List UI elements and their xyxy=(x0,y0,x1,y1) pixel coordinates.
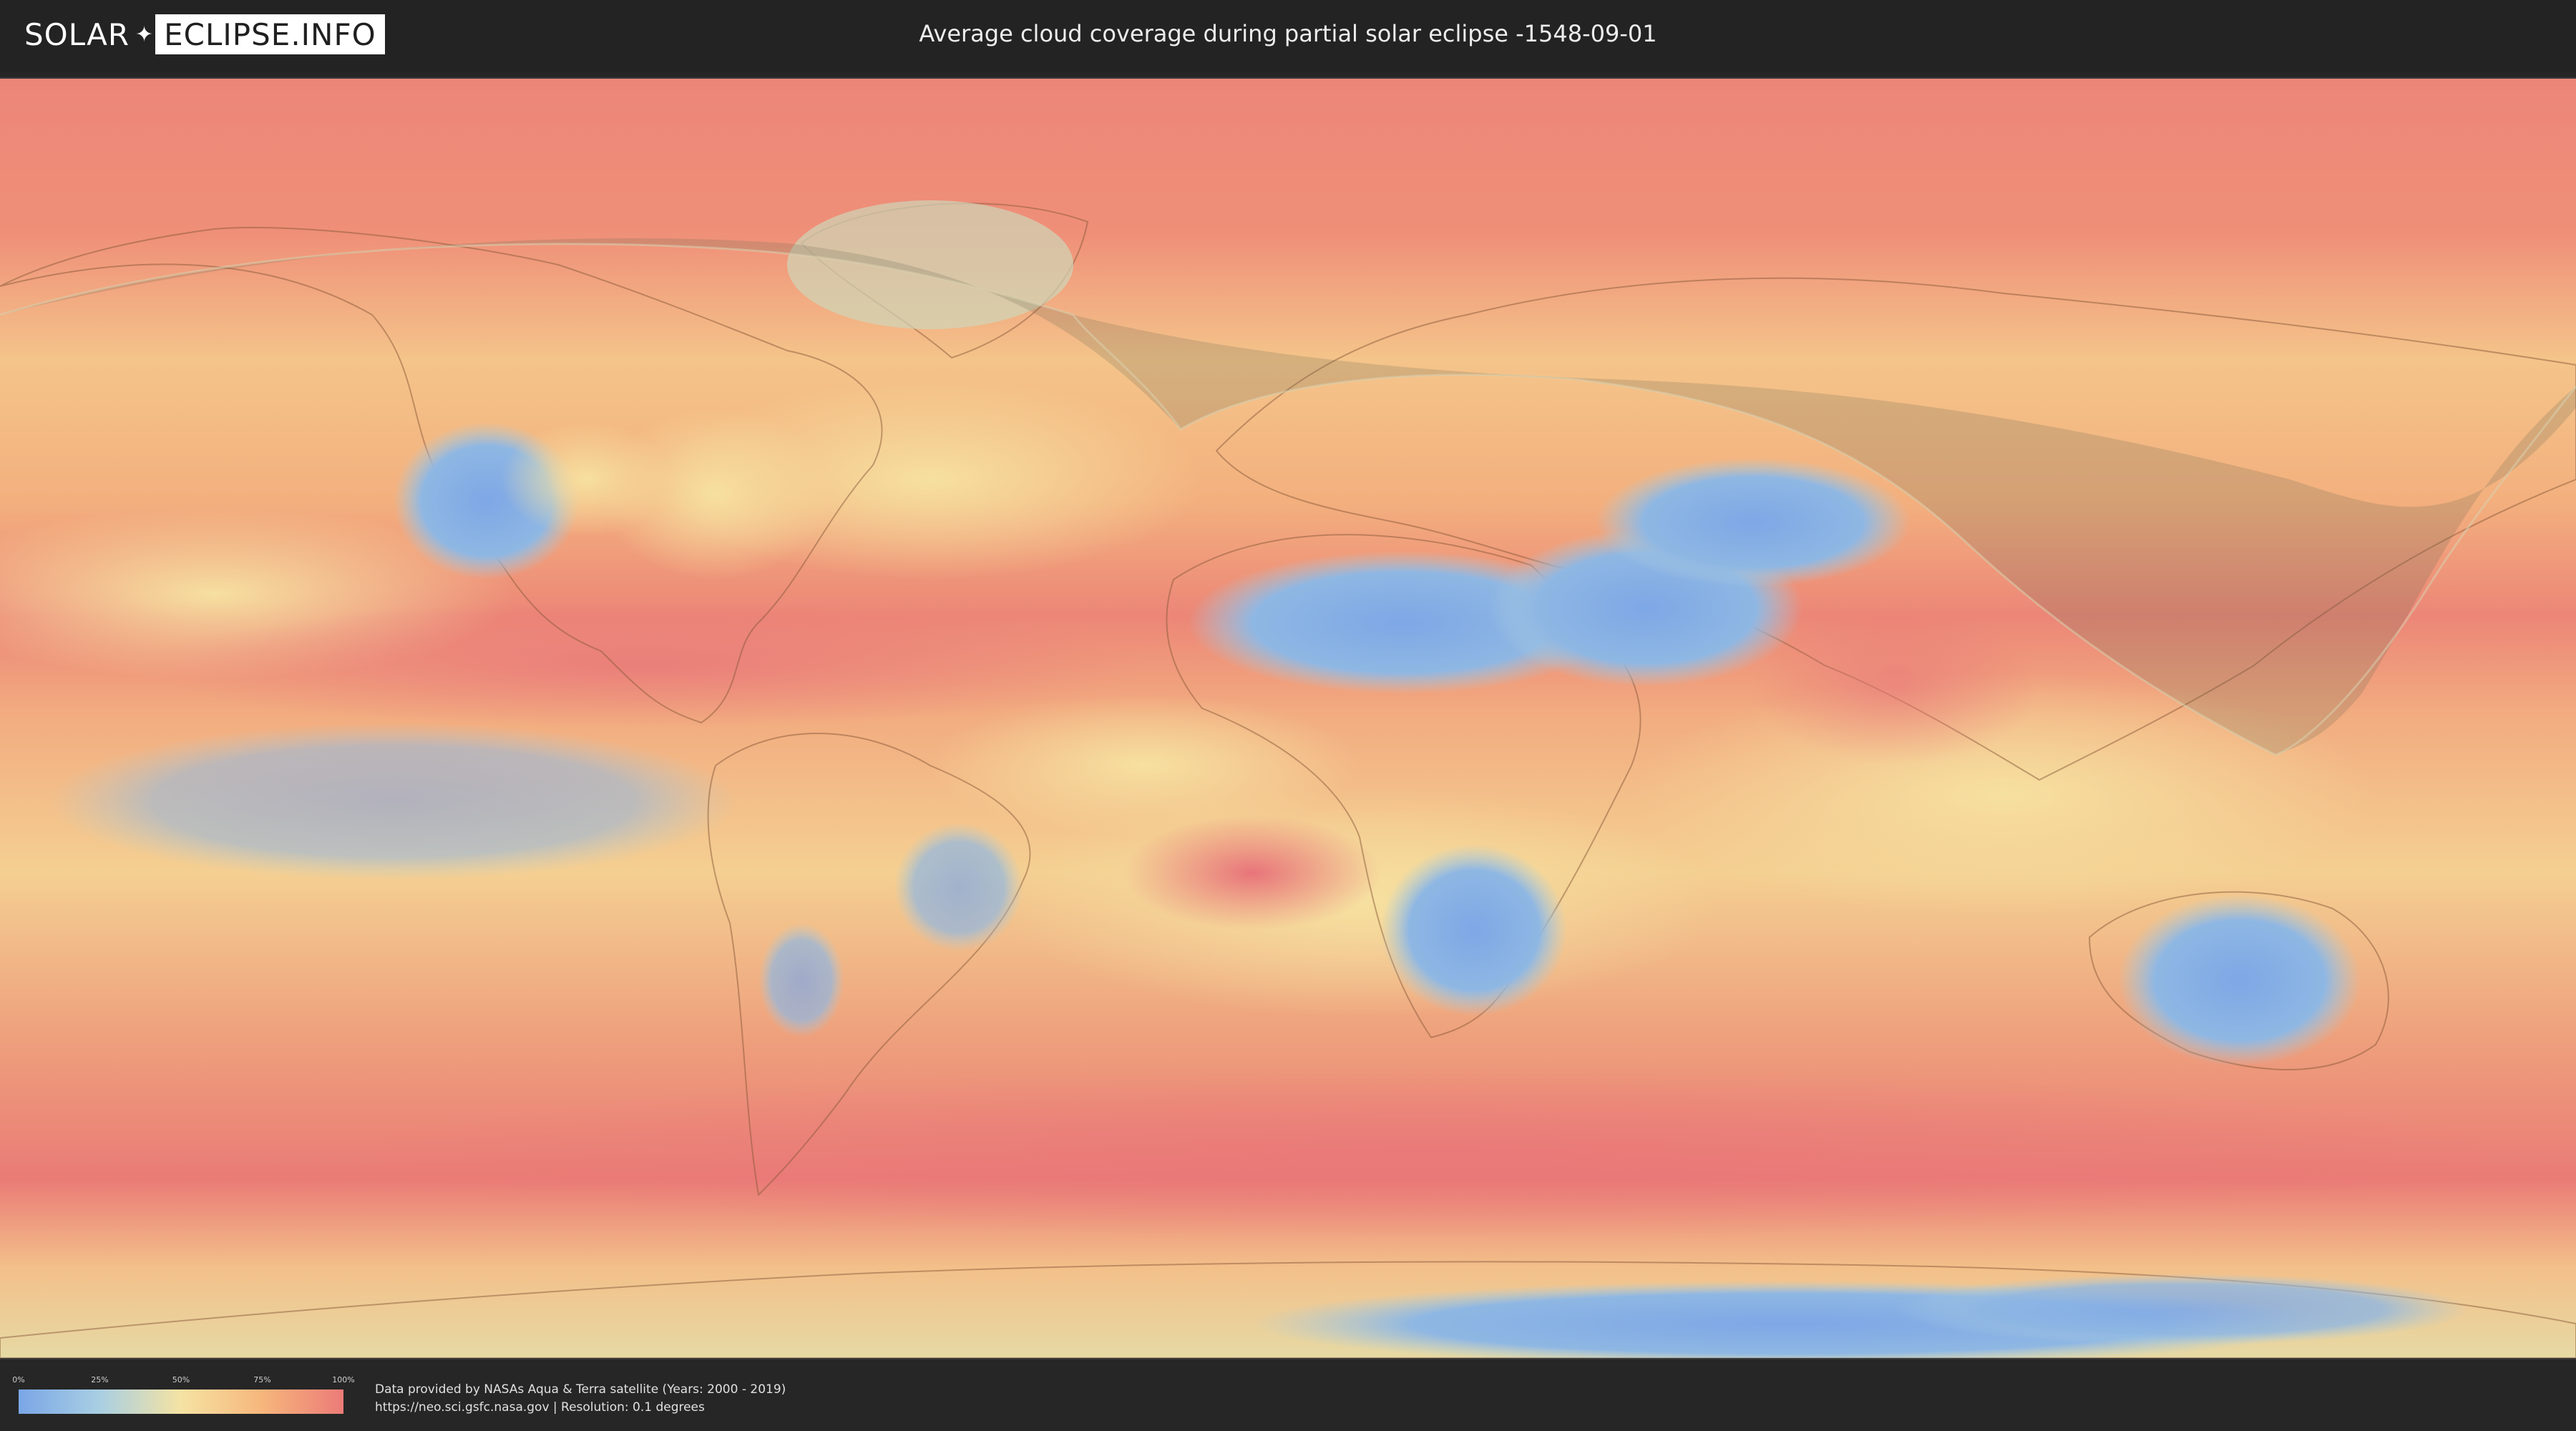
cloud-coverage-legend: 0% 25% 50% 75% 100% xyxy=(12,1375,355,1414)
cloud-band xyxy=(1123,816,1381,930)
clear-region xyxy=(758,923,844,1037)
world-map-svg xyxy=(0,79,2576,1358)
legend-tick: 100% xyxy=(332,1375,355,1384)
legend-color-bar xyxy=(19,1390,343,1414)
clear-region xyxy=(2118,894,2361,1066)
clear-region xyxy=(1596,458,1911,587)
cloud-band xyxy=(930,694,1360,837)
clear-region xyxy=(1896,1274,2469,1345)
credits-line-url[interactable]: https://neo.sci.gsfc.nasa.gov | Resoluti… xyxy=(375,1399,786,1417)
cloud-band xyxy=(1753,608,2039,766)
legend-tick: 75% xyxy=(253,1375,271,1384)
cloud-band xyxy=(143,601,1145,730)
page-title: Average cloud coverage during partial so… xyxy=(919,20,1657,47)
footer: 0% 25% 50% 75% 100% Data provided by NAS… xyxy=(0,1359,2576,1431)
legend-ticks: 0% 25% 50% 75% 100% xyxy=(12,1375,354,1387)
clear-region xyxy=(894,823,1023,952)
cloud-band xyxy=(358,1066,2504,1238)
cloud-band xyxy=(50,723,737,880)
legend-tick: 0% xyxy=(12,1375,25,1384)
legend-tick: 25% xyxy=(91,1375,109,1384)
data-credits: Data provided by NASAs Aqua & Terra sate… xyxy=(375,1381,786,1417)
legend-tick: 50% xyxy=(172,1375,190,1384)
credits-line-source: Data provided by NASAs Aqua & Terra sate… xyxy=(375,1382,786,1397)
clear-region xyxy=(1381,844,1567,1016)
cloud-coverage-map[interactable] xyxy=(0,77,2576,1359)
header: SOLAR ✦ ECLIPSE.INFO Average cloud cover… xyxy=(0,0,2576,72)
cloud-band xyxy=(601,408,830,580)
